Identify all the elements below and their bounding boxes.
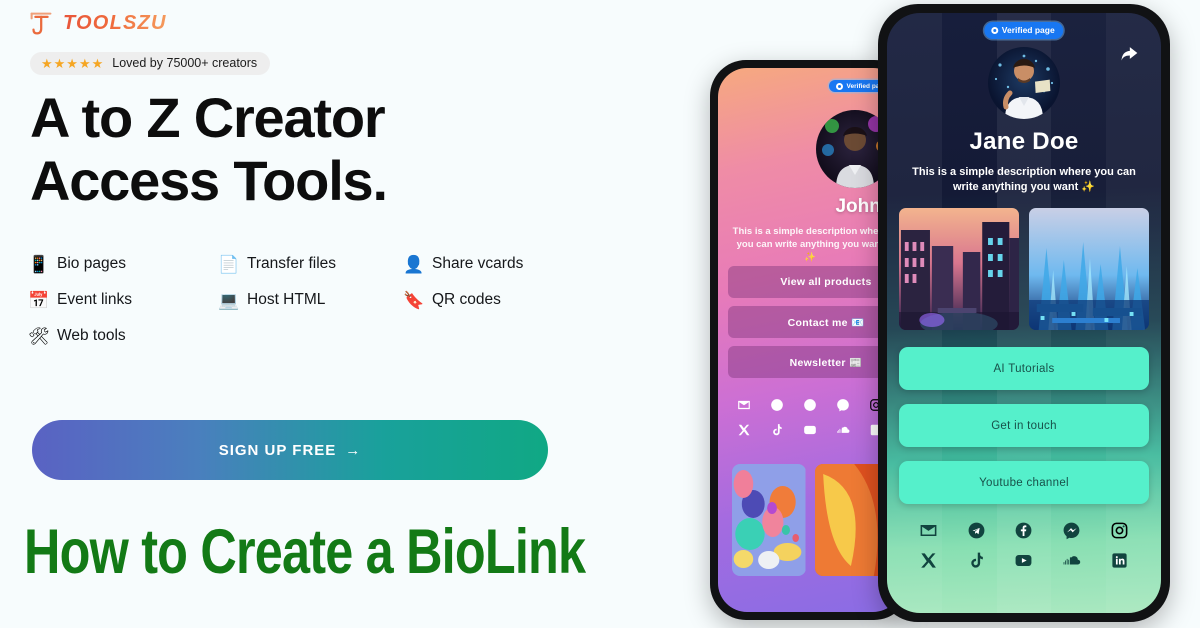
cta-label: SIGN UP FREE [218,441,337,459]
rating-label: Loved by 75000+ creators [112,56,258,70]
telegram-icon[interactable] [967,521,986,540]
feature-label: Event links [57,291,132,308]
feature-item[interactable]: 👤 Share vcards [403,255,568,273]
feature-item[interactable]: 📄 Transfer files [218,255,403,273]
gallery-image-cyberpunk-city[interactable] [899,208,1019,330]
social-links [718,398,902,437]
feature-label: Transfer files [247,255,337,272]
feature-label: Web tools [57,327,126,344]
headline-line-2: Access Tools. [30,149,388,213]
document-icon: 📄 [218,254,240,274]
link-button-label: AI Tutorials [993,362,1055,375]
gallery-thumbnails [732,464,888,576]
tools-icon: 🛠 [28,326,50,346]
profile-description: This is a simple description where you c… [912,166,1136,193]
star-rating-icon: ★★★★★ [41,55,105,71]
gallery-thumb[interactable] [814,464,888,576]
feature-list: 📱 Bio pages 📄 Transfer files 👤 Share vcards 📅 E… [28,255,568,345]
feature-item[interactable]: 📅 Event links [28,291,218,309]
messenger-icon[interactable] [836,398,850,412]
tiktok-icon[interactable] [967,551,986,570]
headline-line-1: A to Z Creator [30,86,386,149]
link-button-label: Get in touch [991,419,1057,432]
verified-badge: Verified page [984,22,1064,39]
gallery-image-crystal-city[interactable] [1029,208,1149,330]
instagram-icon[interactable] [1110,521,1129,540]
feature-label: QR codes [432,291,501,308]
brand-logo[interactable]: TOOLSZU [26,8,167,38]
mobile-phone-icon: 📱 [28,254,50,274]
gallery-grid [899,208,1149,330]
x-icon[interactable] [919,551,938,570]
link-button[interactable]: AI Tutorials [899,347,1149,390]
avatar [988,47,1060,119]
x-icon[interactable] [737,423,751,437]
email-icon[interactable] [737,398,751,412]
verified-check-icon [991,26,999,34]
link-button-label: Newsletter 📰 [789,356,863,369]
link-button[interactable]: Newsletter 📰 [728,346,902,378]
verified-check-icon [836,82,844,90]
link-button[interactable]: Contact me 📧 [728,306,902,338]
page-title: A to Z Creator Access Tools. [30,86,590,213]
youtube-icon[interactable] [1014,551,1033,570]
feature-label: Host HTML [247,291,326,308]
facebook-icon[interactable] [1014,521,1033,540]
share-arrow-icon[interactable] [1119,43,1139,67]
person-icon: 👤 [403,254,425,274]
hero-left-panel: TOOLSZU ★★★★★ Loved by 75000+ creators A… [0,0,700,628]
link-button-label: Youtube channel [979,476,1069,489]
soundcloud-icon[interactable] [1062,551,1081,570]
phone-left-screen: Verified page John Doe Thi [718,68,902,612]
toolszu-t-logo-icon [26,8,56,38]
messenger-icon[interactable] [1062,521,1081,540]
profile-description: This is a simple description where you c… [732,226,888,263]
email-icon[interactable] [919,521,938,540]
link-button[interactable]: Youtube channel [899,461,1149,504]
qr-code-icon: 🔖 [403,290,425,310]
profile-name: Jane Doe [969,128,1079,155]
youtube-icon[interactable] [803,423,817,437]
arrow-right-icon: → [345,441,362,459]
link-button-label: View all products [780,276,872,288]
tiktok-icon[interactable] [770,423,784,437]
feature-label: Bio pages [57,255,126,272]
telegram-icon[interactable] [770,398,784,412]
link-button[interactable]: View all products [728,266,902,298]
social-links [887,521,1161,570]
laptop-icon: 💻 [218,290,240,310]
feature-item[interactable]: 📱 Bio pages [28,255,218,273]
calendar-icon: 📅 [28,290,50,310]
linkedin-icon[interactable] [1110,551,1129,570]
soundcloud-icon[interactable] [836,423,850,437]
rating-badge: ★★★★★ Loved by 75000+ creators [30,52,271,75]
link-button[interactable]: Get in touch [899,404,1149,447]
brand-name: TOOLSZU [63,11,167,34]
phone-right-screen: Verified page Jane Doe This is a simple … [887,13,1161,613]
feature-item[interactable]: 🔖 QR codes [403,291,568,309]
feature-item[interactable]: 💻 Host HTML [218,291,403,309]
bottom-banner-title: How to Create a BioLink [24,517,586,587]
link-button-label: Contact me 📧 [787,316,865,329]
sign-up-free-button[interactable]: SIGN UP FREE → [32,420,548,480]
feature-item[interactable]: 🛠 Web tools [28,327,218,345]
feature-label: Share vcards [432,255,524,272]
verified-label: Verified page [1001,25,1055,35]
phone-mockup-jane: Verified page Jane Doe This is a simple … [878,4,1170,622]
facebook-icon[interactable] [803,398,817,412]
gallery-thumb[interactable] [732,464,806,576]
